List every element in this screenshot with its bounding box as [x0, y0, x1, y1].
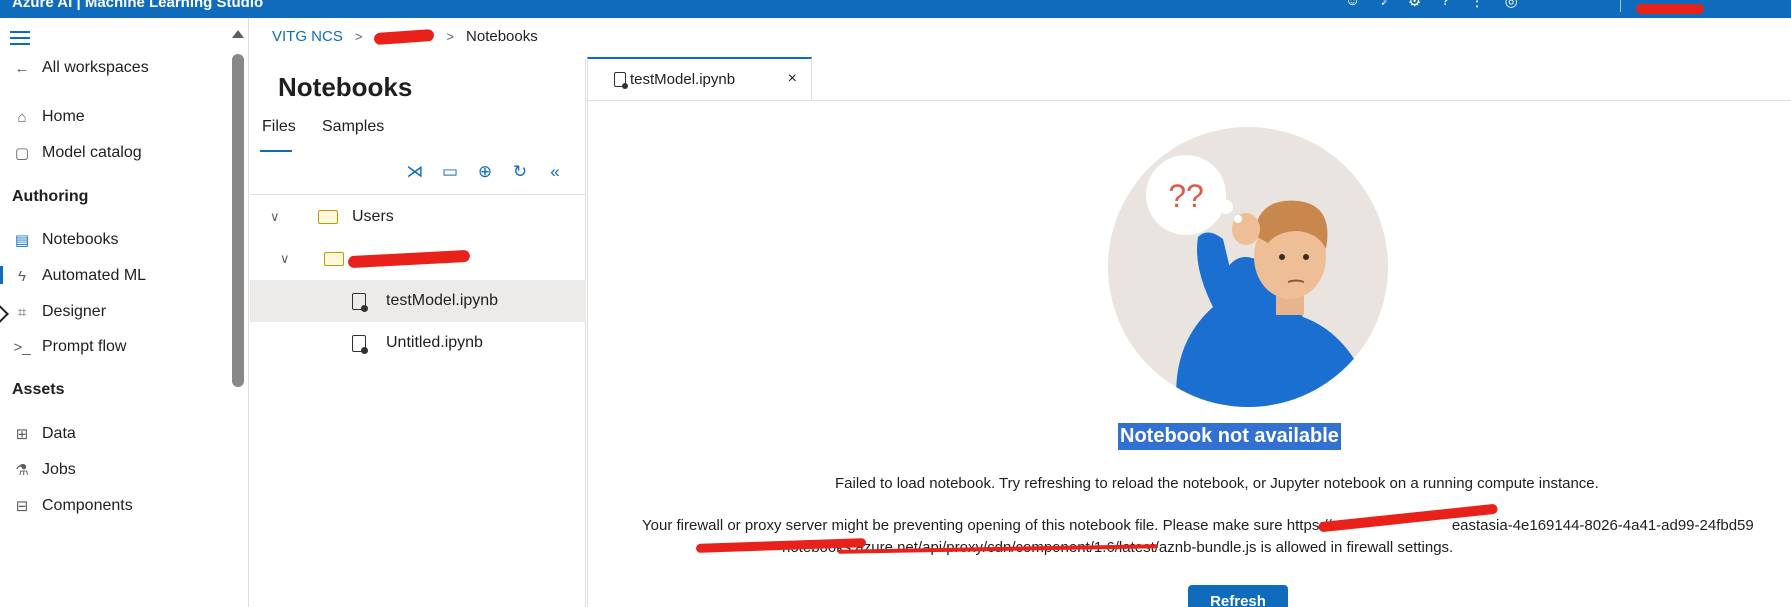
tree-folder-users[interactable]: ∨ Users	[250, 196, 586, 238]
breadcrumb: VITG NCS > > Notebooks	[272, 28, 538, 45]
nav-designer-label: Designer	[42, 303, 107, 320]
tree-file-untitled[interactable]: Untitled.ipynb	[250, 322, 586, 364]
nav-data-label: Data	[42, 425, 76, 442]
active-tab-indicator	[260, 150, 292, 152]
refresh-icon[interactable]: ↻	[510, 162, 530, 182]
breadcrumb-workspace[interactable]: VITG NCS	[272, 28, 343, 45]
nav-automated-ml[interactable]: ϟ Automated ML	[12, 266, 146, 286]
firewall-text-part2: eastasia-4e169144-8026-4a41-ad99-24fbd59	[1451, 517, 1754, 534]
arrow-left-icon: ←	[14, 59, 30, 77]
confused-person-illustration: ??	[1108, 127, 1388, 407]
editor-tab-testmodel[interactable]: testModel.ipynb ×	[587, 57, 812, 100]
nav-prompt-flow-label: Prompt flow	[42, 338, 127, 355]
close-icon[interactable]: ×	[788, 70, 797, 88]
nav-active-indicator	[0, 266, 3, 284]
topbar-icons: ☺ ♪ ⚙ ? ⋮ ◎	[1345, 0, 1518, 10]
tree-folder-label: Users	[352, 208, 394, 225]
nav-automated-ml-label: Automated ML	[42, 267, 147, 284]
account-redaction[interactable]	[1636, 4, 1704, 14]
panel-title: Notebooks	[278, 72, 413, 102]
collapse-panel-icon[interactable]: «	[545, 162, 565, 182]
nav-section-authoring: Authoring	[12, 188, 89, 205]
nav-notebooks[interactable]: ▤ Notebooks	[12, 230, 119, 250]
notebook-file-icon	[352, 334, 368, 354]
gear-icon[interactable]: ⚙	[1408, 0, 1421, 10]
notebook-icon: ▤	[14, 232, 30, 249]
chevron-right-icon: >	[446, 29, 455, 44]
components-icon: ⊟	[15, 498, 29, 515]
notebook-file-icon	[352, 292, 368, 312]
tree-file-testmodel[interactable]: testModel.ipynb	[250, 280, 586, 322]
nav-designer[interactable]: ⌗ Designer	[12, 302, 106, 322]
nav-jobs[interactable]: ⚗ Jobs	[12, 460, 76, 480]
nav-all-workspaces[interactable]: ← All workspaces	[12, 58, 149, 78]
designer-icon: ⌗	[17, 303, 27, 321]
nav-data[interactable]: ⊞ Data	[12, 424, 76, 444]
automated-ml-icon: ϟ	[18, 267, 26, 285]
breadcrumb-redacted[interactable]	[374, 28, 435, 45]
tree-file-label: testModel.ipynb	[386, 292, 499, 309]
nav-components[interactable]: ⊟ Components	[12, 496, 133, 516]
question-icon[interactable]: ?	[1441, 0, 1449, 10]
topbar-separator	[1620, 0, 1621, 12]
left-navigation: ← All workspaces ⌂ Home ▢ Model catalog …	[0, 18, 249, 607]
thought-question-marks: ??	[1168, 178, 1204, 214]
feedback-icon[interactable]: ⋮	[1470, 0, 1485, 10]
nav-prompt-flow[interactable]: >_ Prompt flow	[12, 337, 126, 357]
chevron-down-icon[interactable]: ∨	[270, 209, 286, 225]
nav-model-catalog-label: Model catalog	[42, 144, 142, 161]
notebook-file-icon	[614, 72, 628, 89]
error-message-firewall: Your firewall or proxy server might be p…	[642, 515, 1782, 559]
folder-icon	[318, 210, 338, 224]
home-icon: ⌂	[17, 108, 27, 126]
nav-scrollbar-thumb[interactable]	[232, 54, 244, 387]
nav-scroll-up-arrow[interactable]	[232, 30, 244, 38]
nav-model-catalog[interactable]: ▢ Model catalog	[12, 143, 142, 163]
refresh-button[interactable]: Refresh	[1188, 585, 1288, 607]
app-title[interactable]: Azure AI | Machine Learning Studio	[12, 0, 263, 11]
prompt-flow-icon: >_	[13, 338, 31, 356]
panel-divider	[250, 194, 586, 195]
terminal-icon[interactable]: ▭	[440, 162, 460, 182]
firewall-text-part1: Your firewall or proxy server might be p…	[642, 517, 1332, 534]
tab-samples[interactable]: Samples	[322, 118, 384, 136]
chevron-down-icon[interactable]: ∨	[280, 251, 296, 267]
breadcrumb-current: Notebooks	[466, 28, 538, 45]
add-file-icon[interactable]: ⊕	[475, 162, 495, 182]
data-icon: ⊞	[15, 426, 29, 443]
user-folder-redacted	[347, 249, 471, 269]
editor-tab-label: testModel.ipynb	[630, 71, 736, 88]
tree-file-label: Untitled.ipynb	[386, 334, 483, 351]
top-app-bar: Azure AI | Machine Learning Studio ☺ ♪ ⚙…	[0, 0, 1791, 18]
notebook-content-area: ?? Notebook not available Failed to load…	[587, 100, 1791, 607]
nav-jobs-label: Jobs	[42, 461, 76, 478]
nav-home[interactable]: ⌂ Home	[12, 107, 85, 127]
tab-files[interactable]: Files	[262, 118, 296, 136]
error-heading: Notebook not available	[1118, 423, 1341, 450]
model-catalog-icon: ▢	[14, 145, 30, 162]
folder-icon	[324, 252, 344, 266]
nav-section-assets: Assets	[12, 381, 65, 398]
file-toolbar: ⋊ ▭ ⊕ ↻ «	[405, 162, 565, 182]
nav-home-label: Home	[42, 108, 85, 125]
bell-icon[interactable]: ♪	[1380, 0, 1388, 10]
flask-icon: ⚗	[15, 462, 29, 479]
error-message-primary: Failed to load notebook. Try refreshing …	[835, 475, 1599, 492]
tree-folder-user[interactable]: ∨	[250, 238, 586, 280]
nav-all-workspaces-label: All workspaces	[42, 59, 149, 76]
collapse-caret-icon[interactable]	[0, 304, 9, 324]
hamburger-menu-icon[interactable]	[10, 31, 30, 45]
chevron-right-icon: >	[354, 29, 363, 44]
vscode-icon[interactable]: ⋊	[405, 162, 425, 182]
nav-components-label: Components	[42, 497, 133, 514]
smiley-icon[interactable]: ☺	[1345, 0, 1360, 10]
help-icon[interactable]: ◎	[1505, 0, 1518, 10]
file-explorer-panel: Notebooks Files Samples ⋊ ▭ ⊕ ↻ « ∨ User…	[250, 58, 586, 607]
nav-notebooks-label: Notebooks	[42, 231, 119, 248]
